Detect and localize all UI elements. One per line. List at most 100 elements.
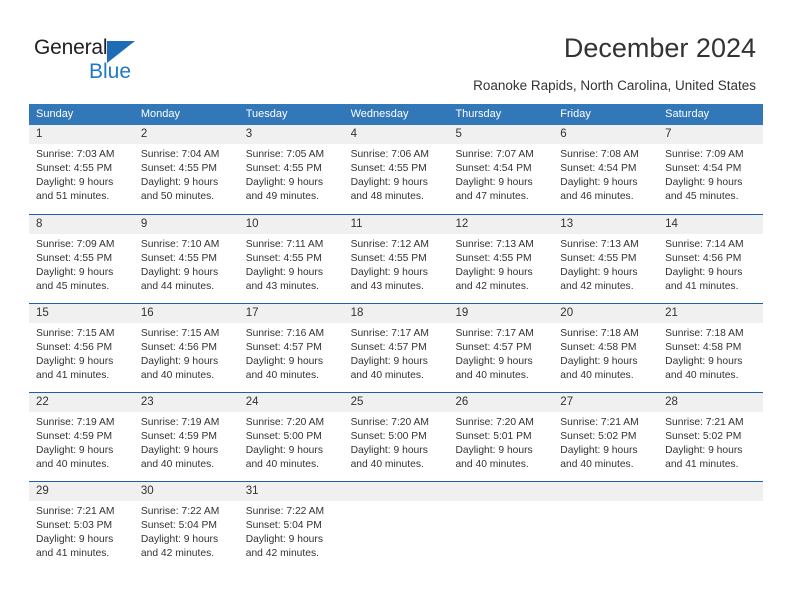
sunrise-time: Sunrise: 7:18 AM xyxy=(560,328,639,339)
calendar-day-cell[interactable]: 4 Sunrise: 7:06 AM Sunset: 4:55 PM Daylight… xyxy=(343,125,449,214)
logo-text-general: General xyxy=(34,36,108,59)
day-number: 27 xyxy=(553,393,659,412)
sunset-time: Sunset: 4:58 PM xyxy=(560,342,637,353)
day-details: Sunrise: 7:03 AM Sunset: 4:55 PM Daylight:… xyxy=(29,144,134,204)
day-details: Sunrise: 7:17 AM Sunset: 4:57 PM Daylight:… xyxy=(448,323,553,383)
calendar-day-cell[interactable]: 5 Sunrise: 7:07 AM Sunset: 4:54 PM Daylight… xyxy=(448,125,554,214)
daylight-duration-line2: and 41 minutes. xyxy=(36,548,110,559)
calendar-day-cell[interactable]: 18 Sunrise: 7:17 AM Sunset: 4:57 PM Dayligh… xyxy=(343,304,449,392)
day-number: 23 xyxy=(133,393,239,412)
weekday-header-thursday: Thursday xyxy=(455,108,502,120)
calendar-day-cell[interactable]: 19 Sunrise: 7:17 AM Sunset: 4:57 PM Dayligh… xyxy=(448,304,554,392)
calendar-day-cell[interactable]: 24 Sunrise: 7:20 AM Sunset: 5:00 PM Dayligh… xyxy=(238,393,344,481)
calendar-day-cell[interactable]: 16 Sunrise: 7:15 AM Sunset: 4:56 PM Dayligh… xyxy=(133,304,239,392)
weekday-header-sunday: Sunday xyxy=(36,108,74,120)
calendar-page: General Blue December 2024 Roanoke Rapid… xyxy=(0,0,792,612)
calendar-day-cell[interactable]: 23 Sunrise: 7:19 AM Sunset: 4:59 PM Dayligh… xyxy=(133,393,239,481)
daylight-duration-line1: Daylight: 9 hours xyxy=(140,356,219,367)
sunset-time: Sunset: 4:56 PM xyxy=(665,253,742,264)
calendar-day-cell[interactable]: 10 Sunrise: 7:11 AM Sunset: 4:55 PM Dayligh… xyxy=(238,215,344,303)
calendar-day-cell[interactable]: 13 Sunrise: 7:13 AM Sunset: 4:55 PM Dayligh… xyxy=(553,215,659,303)
calendar-day-cell[interactable]: 12 Sunrise: 7:13 AM Sunset: 4:55 PM Dayligh… xyxy=(448,215,554,303)
day-details: Sunrise: 7:19 AM Sunset: 4:59 PM Daylight:… xyxy=(134,412,239,472)
calendar-day-cell[interactable]: 14 Sunrise: 7:14 AM Sunset: 4:56 PM Dayligh… xyxy=(658,215,764,303)
daylight-duration-line2: and 41 minutes. xyxy=(665,459,739,470)
daylight-duration-line1: Daylight: 9 hours xyxy=(560,445,638,456)
calendar-day-cell[interactable]: 8 Sunrise: 7:09 AM Sunset: 4:55 PM Daylight… xyxy=(29,215,134,303)
sunset-time: Sunset: 4:54 PM xyxy=(665,163,742,174)
calendar-day-cell[interactable]: 6 Sunrise: 7:08 AM Sunset: 4:54 PM Daylight… xyxy=(553,125,659,214)
calendar-day-cell[interactable]: 28 Sunrise: 7:21 AM Sunset: 5:02 PM Dayligh… xyxy=(658,393,764,481)
calendar-day-cell[interactable]: 31 Sunrise: 7:22 AM Sunset: 5:04 PM Dayligh… xyxy=(238,482,344,570)
daylight-duration-line2: and 41 minutes. xyxy=(36,370,110,381)
day-details: Sunrise: 7:22 AM Sunset: 5:04 PM Daylight:… xyxy=(239,501,344,561)
calendar-week-row: 29 Sunrise: 7:21 AM Sunset: 5:03 PM Dayligh… xyxy=(29,481,764,570)
day-details: Sunrise: 7:04 AM Sunset: 4:55 PM Daylight:… xyxy=(134,144,239,204)
sunrise-time: Sunrise: 7:22 AM xyxy=(140,506,220,517)
calendar-day-cell[interactable]: 17 Sunrise: 7:16 AM Sunset: 4:57 PM Dayligh… xyxy=(238,304,344,392)
sunset-time: Sunset: 4:55 PM xyxy=(245,163,322,174)
sunrise-time: Sunrise: 7:04 AM xyxy=(140,149,220,160)
day-number: 26 xyxy=(448,393,554,412)
day-details xyxy=(448,501,553,505)
daylight-duration-line1: Daylight: 9 hours xyxy=(455,356,533,367)
sunrise-time: Sunrise: 7:09 AM xyxy=(36,239,115,250)
sunrise-time: Sunrise: 7:10 AM xyxy=(140,239,220,250)
sunrise-time: Sunrise: 7:12 AM xyxy=(350,239,429,250)
calendar-day-cell[interactable]: 2 Sunrise: 7:04 AM Sunset: 4:55 PM Daylight… xyxy=(133,125,239,214)
calendar-day-cell[interactable]: 30 Sunrise: 7:22 AM Sunset: 5:04 PM Dayligh… xyxy=(133,482,239,570)
day-number xyxy=(343,482,449,501)
daylight-duration-line1: Daylight: 9 hours xyxy=(665,356,743,367)
calendar-day-cell[interactable]: 11 Sunrise: 7:12 AM Sunset: 4:55 PM Dayligh… xyxy=(343,215,449,303)
calendar-day-cell[interactable]: 1 Sunrise: 7:03 AM Sunset: 4:55 PM Daylight… xyxy=(29,125,134,214)
sunrise-time: Sunrise: 7:18 AM xyxy=(665,328,744,339)
calendar-day-cell[interactable]: 20 Sunrise: 7:18 AM Sunset: 4:58 PM Dayligh… xyxy=(553,304,659,392)
daylight-duration-line1: Daylight: 9 hours xyxy=(245,267,323,278)
sunset-time: Sunset: 4:57 PM xyxy=(350,342,427,353)
day-details: Sunrise: 7:12 AM Sunset: 4:55 PM Daylight:… xyxy=(344,234,449,294)
calendar-day-cell[interactable]: 21 Sunrise: 7:18 AM Sunset: 4:58 PM Dayligh… xyxy=(658,304,764,392)
day-number: 5 xyxy=(448,125,554,144)
day-number: 8 xyxy=(29,215,134,234)
day-details: Sunrise: 7:06 AM Sunset: 4:55 PM Daylight:… xyxy=(344,144,449,204)
day-number: 3 xyxy=(238,125,344,144)
daylight-duration-line1: Daylight: 9 hours xyxy=(665,177,743,188)
calendar-day-cell[interactable]: 3 Sunrise: 7:05 AM Sunset: 4:55 PM Daylight… xyxy=(238,125,344,214)
daylight-duration-line2: and 41 minutes. xyxy=(665,281,739,292)
daylight-duration-line1: Daylight: 9 hours xyxy=(455,267,533,278)
daylight-duration-line1: Daylight: 9 hours xyxy=(245,534,323,545)
day-details xyxy=(553,501,658,505)
day-details: Sunrise: 7:22 AM Sunset: 5:04 PM Daylight:… xyxy=(134,501,239,561)
day-details: Sunrise: 7:05 AM Sunset: 4:55 PM Daylight:… xyxy=(239,144,344,204)
daylight-duration-line2: and 47 minutes. xyxy=(455,191,529,202)
sunset-time: Sunset: 4:54 PM xyxy=(455,163,532,174)
daylight-duration-line1: Daylight: 9 hours xyxy=(36,445,114,456)
calendar-day-cell[interactable]: 27 Sunrise: 7:21 AM Sunset: 5:02 PM Dayligh… xyxy=(553,393,659,481)
calendar-day-cell[interactable]: 15 Sunrise: 7:15 AM Sunset: 4:56 PM Dayligh… xyxy=(29,304,134,392)
calendar-day-cell-empty xyxy=(448,482,554,570)
daylight-duration-line2: and 40 minutes. xyxy=(245,459,319,470)
sunset-time: Sunset: 5:02 PM xyxy=(560,431,637,442)
day-details: Sunrise: 7:21 AM Sunset: 5:02 PM Daylight:… xyxy=(658,412,763,472)
calendar-day-cell[interactable]: 7 Sunrise: 7:09 AM Sunset: 4:54 PM Daylight… xyxy=(658,125,764,214)
day-number: 29 xyxy=(29,482,134,501)
day-number: 12 xyxy=(448,215,554,234)
daylight-duration-line2: and 50 minutes. xyxy=(140,191,215,202)
general-blue-logo[interactable]: General Blue xyxy=(34,36,194,84)
sunrise-time: Sunrise: 7:20 AM xyxy=(350,417,429,428)
calendar-day-cell[interactable]: 29 Sunrise: 7:21 AM Sunset: 5:03 PM Dayligh… xyxy=(29,482,134,570)
day-number: 24 xyxy=(238,393,344,412)
sunset-time: Sunset: 5:03 PM xyxy=(36,520,113,531)
sunset-time: Sunset: 4:58 PM xyxy=(665,342,742,353)
calendar-day-cell[interactable]: 26 Sunrise: 7:20 AM Sunset: 5:01 PM Dayligh… xyxy=(448,393,554,481)
calendar-day-cell[interactable]: 9 Sunrise: 7:10 AM Sunset: 4:55 PM Daylight… xyxy=(133,215,239,303)
daylight-duration-line1: Daylight: 9 hours xyxy=(455,177,533,188)
daylight-duration-line1: Daylight: 9 hours xyxy=(560,356,638,367)
day-details: Sunrise: 7:20 AM Sunset: 5:01 PM Daylight:… xyxy=(448,412,553,472)
sunset-time: Sunset: 4:59 PM xyxy=(36,431,113,442)
logo-text-blue: Blue xyxy=(89,60,132,83)
daylight-duration-line2: and 43 minutes. xyxy=(350,281,424,292)
calendar-day-cell[interactable]: 22 Sunrise: 7:19 AM Sunset: 4:59 PM Dayligh… xyxy=(29,393,134,481)
calendar-day-cell[interactable]: 25 Sunrise: 7:20 AM Sunset: 5:00 PM Dayligh… xyxy=(343,393,449,481)
day-number: 31 xyxy=(238,482,344,501)
